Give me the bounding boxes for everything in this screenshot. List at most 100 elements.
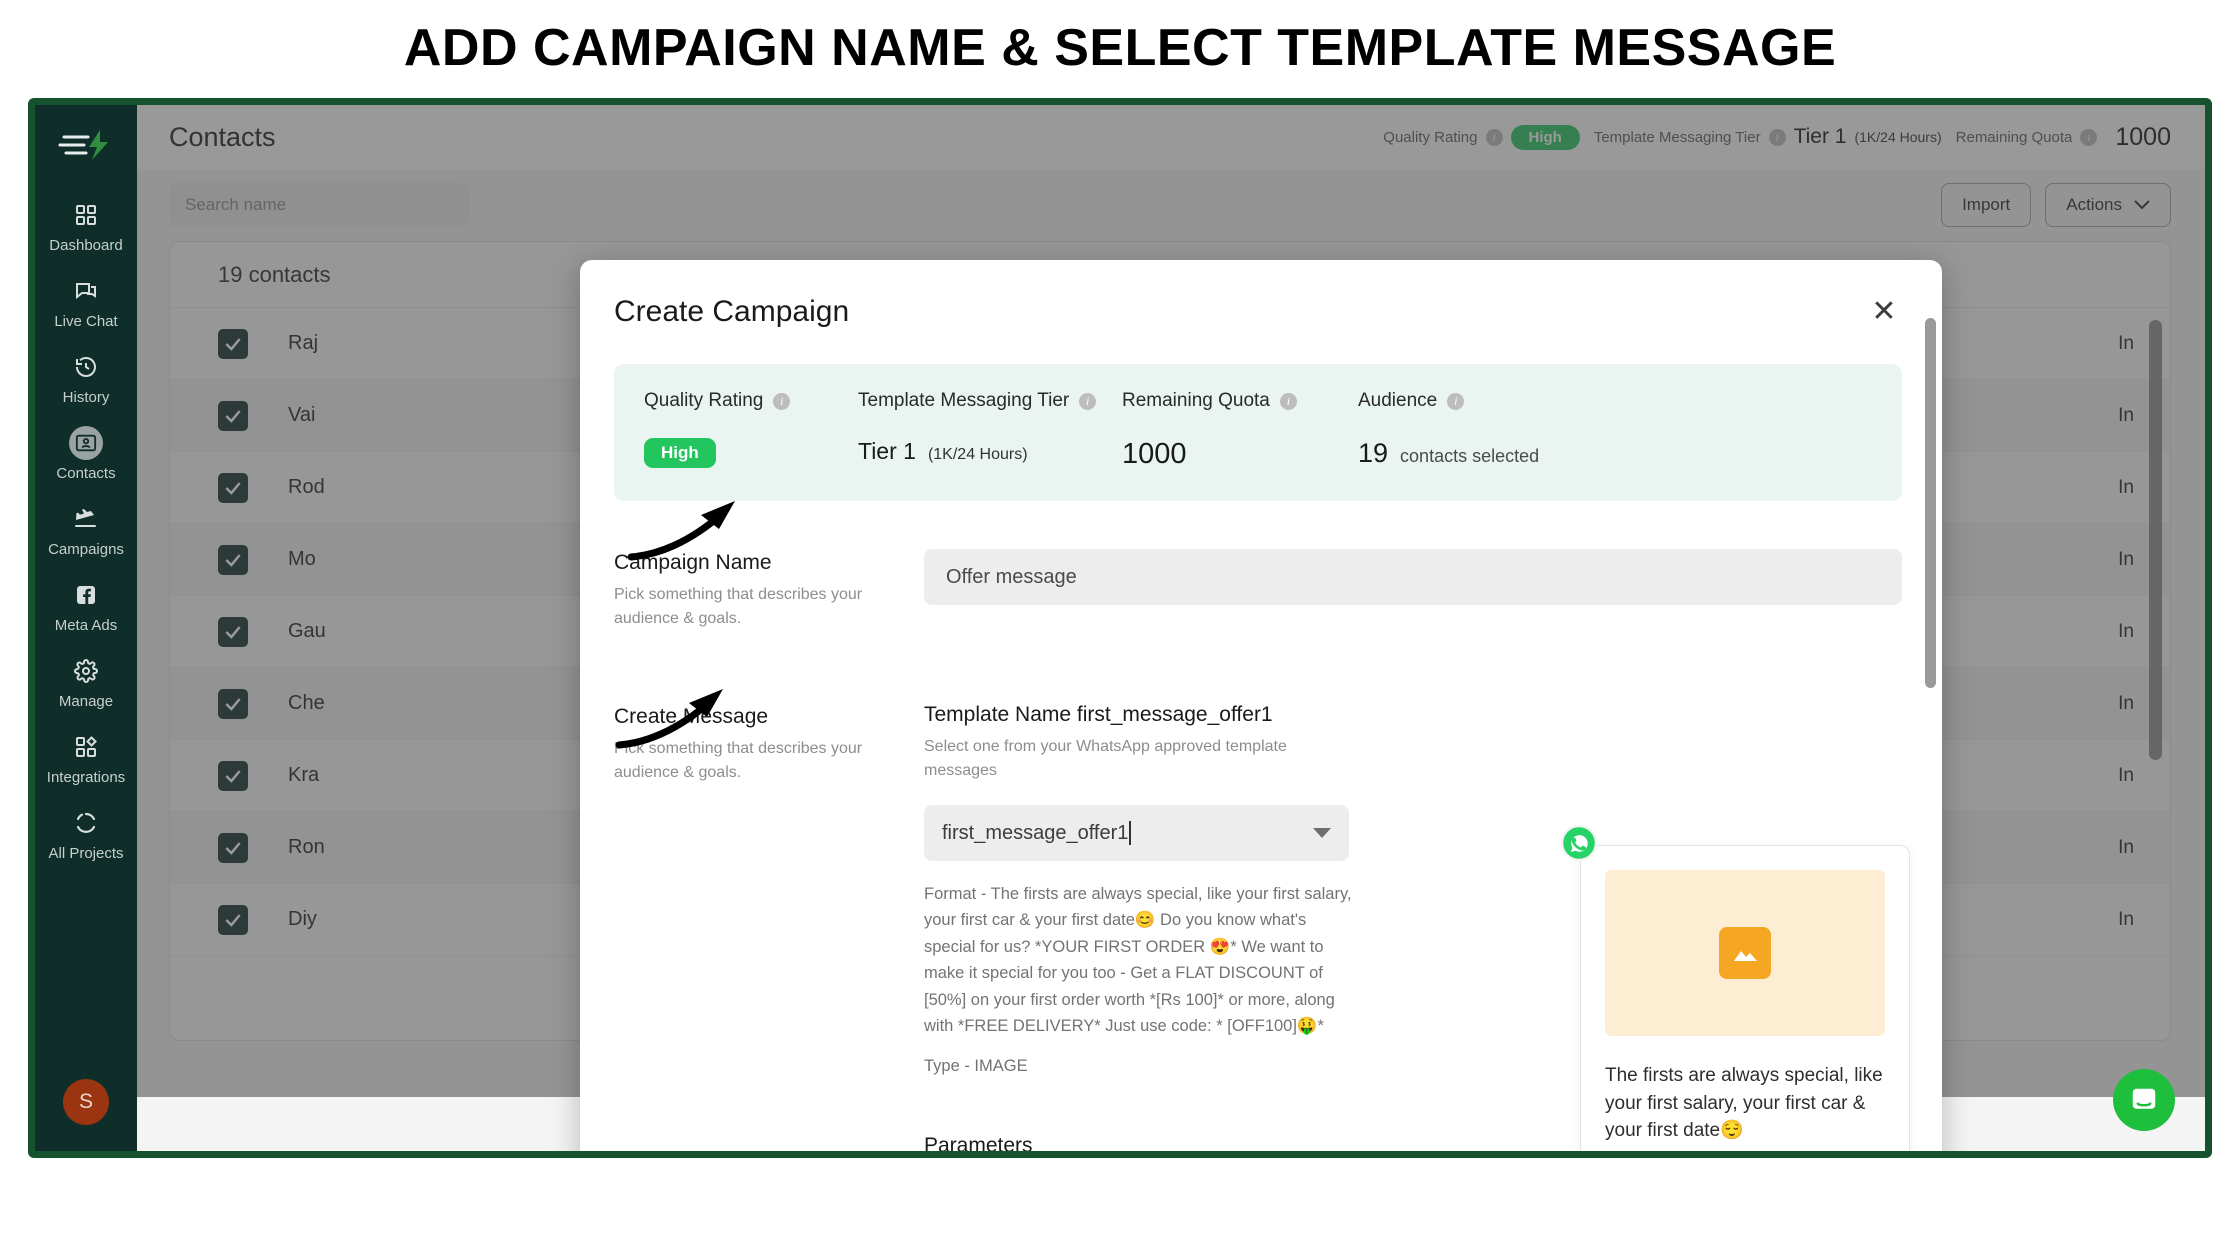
- sidebar-item-label: Contacts: [56, 465, 116, 482]
- modal-scrollbar[interactable]: [1925, 318, 1936, 688]
- row-checkbox[interactable]: [218, 328, 248, 359]
- actions-button[interactable]: Actions: [2045, 183, 2171, 227]
- top-bar: Contacts Quality Rating i High Template …: [137, 105, 2205, 169]
- page-title: Contacts: [169, 121, 276, 152]
- search-input[interactable]: Search name: [169, 183, 469, 227]
- contact-tag: In: [2118, 692, 2134, 714]
- row-checkbox[interactable]: [218, 400, 248, 431]
- info-icon[interactable]: i: [1447, 392, 1465, 410]
- contact-tag: In: [2118, 620, 2134, 642]
- tier-value: Tier 1: [858, 438, 916, 464]
- facebook-icon: [69, 578, 103, 612]
- row-checkbox[interactable]: [218, 616, 248, 647]
- campaign-name-description: Pick something that describes your audie…: [614, 586, 863, 627]
- chat-icon: [69, 274, 103, 308]
- row-checkbox[interactable]: [218, 688, 248, 719]
- plane-takeoff-icon: [69, 502, 103, 536]
- contact-tag: In: [2118, 908, 2134, 930]
- sidebar-item-history[interactable]: History: [35, 341, 137, 412]
- info-icon[interactable]: i: [2080, 128, 2098, 146]
- stat-header: Template Messaging Tier i: [858, 390, 1122, 412]
- stat-value: 1000: [1122, 438, 1358, 471]
- toolbar-actions: Import Actions: [1941, 183, 2171, 227]
- intercom-launcher-button[interactable]: [2113, 1069, 2175, 1131]
- template-name-label: Template Name first_message_offer1: [924, 703, 1273, 726]
- app-window: Dashboard Live Chat History Contacts Cam…: [28, 98, 2212, 1158]
- row-checkbox[interactable]: [218, 472, 248, 503]
- sidebar-item-live-chat[interactable]: Live Chat: [35, 265, 137, 336]
- sidebar-item-dashboard[interactable]: Dashboard: [35, 189, 137, 260]
- gear-icon: [69, 654, 103, 688]
- modal-body: Create Campaign ✕ Quality Rating i High: [580, 260, 1942, 1151]
- template-tier-label: Template Messaging Tier: [1593, 128, 1761, 146]
- create-campaign-modal: Create Campaign ✕ Quality Rating i High: [580, 260, 1942, 1151]
- sidebar-item-contacts[interactable]: Contacts: [35, 417, 137, 488]
- message-preview: The firsts are always special, like your…: [1560, 824, 1910, 1151]
- audience-sub: contacts selected: [1400, 446, 1540, 466]
- chevron-down-icon: [2134, 195, 2150, 215]
- sidebar-item-all-projects[interactable]: All Projects: [35, 797, 137, 868]
- sidebar-item-manage[interactable]: Manage: [35, 645, 137, 716]
- contact-card-icon: [69, 426, 103, 460]
- campaign-name-input[interactable]: Offer message: [924, 549, 1902, 605]
- contact-name: Gau: [288, 620, 326, 642]
- avatar[interactable]: S: [63, 1079, 109, 1125]
- main-content: Contacts Quality Rating i High Template …: [137, 105, 2205, 1151]
- contact-tag: In: [2118, 332, 2134, 354]
- row-checkbox[interactable]: [218, 904, 248, 935]
- top-bar-stats: Quality Rating i High Template Messaging…: [1383, 123, 2171, 152]
- quota-value: 1000: [1122, 438, 1187, 470]
- preview-body-text: The firsts are always special, like your…: [1605, 1065, 1883, 1142]
- info-icon[interactable]: i: [1279, 392, 1297, 410]
- contact-tag: In: [2118, 476, 2134, 498]
- import-button[interactable]: Import: [1941, 183, 2032, 227]
- contact-name: Ron: [288, 836, 325, 858]
- info-icon[interactable]: i: [1768, 128, 1786, 146]
- sidebar-item-label: History: [62, 389, 110, 406]
- tier-sub: (1K/24 Hours): [927, 446, 1028, 463]
- info-icon[interactable]: i: [1079, 392, 1097, 410]
- circle-dashed-icon: [69, 806, 103, 840]
- campaign-name-input-block: Offer message: [914, 549, 1902, 631]
- campaign-stats-card: Quality Rating i High Template Messaging…: [614, 364, 1902, 501]
- logo-icon[interactable]: [55, 123, 117, 167]
- stat-label: Template Messaging Tier: [858, 390, 1070, 411]
- info-icon[interactable]: i: [773, 392, 791, 410]
- banner-title: ADD CAMPAIGN NAME & SELECT TEMPLATE MESS…: [403, 19, 1837, 77]
- create-message-heading: Create Message: [614, 705, 769, 728]
- topbar-template-tier: Template Messaging Tier i Tier 1 (1K/24 …: [1594, 125, 1942, 149]
- remaining-quota-value: 1000: [2115, 122, 2171, 151]
- template-help-text: Select one from your WhatsApp approved t…: [924, 738, 1287, 779]
- contact-name: Che: [288, 692, 325, 714]
- close-icon[interactable]: ✕: [1866, 294, 1902, 330]
- chevron-down-icon: [1313, 828, 1331, 838]
- toolbar: Search name Import Actions: [137, 169, 2205, 241]
- row-checkbox[interactable]: [218, 544, 248, 575]
- sidebar-item-campaigns[interactable]: Campaigns: [35, 493, 137, 564]
- stat-header: Quality Rating i: [644, 390, 858, 412]
- info-icon[interactable]: i: [1485, 128, 1503, 146]
- quality-rating-label: Quality Rating: [1383, 128, 1478, 146]
- row-checkbox[interactable]: [218, 832, 248, 863]
- campaign-name-label-block: Campaign Name Pick something that descri…: [614, 549, 914, 631]
- actions-button-label: Actions: [2066, 195, 2122, 214]
- create-message-label-block: Create Message Pick something that descr…: [614, 703, 914, 1151]
- stat-value: High: [644, 438, 858, 468]
- row-checkbox[interactable]: [218, 760, 248, 791]
- contact-tag: In: [2118, 404, 2134, 426]
- template-select[interactable]: first_message_offer1: [924, 805, 1349, 861]
- modal-header: Create Campaign ✕: [614, 294, 1902, 330]
- modal-title: Create Campaign: [614, 295, 850, 328]
- history-clock-icon: [69, 350, 103, 384]
- whatsapp-icon: [1558, 823, 1600, 865]
- stat-audience: Audience i 19 contacts selected: [1358, 390, 1539, 471]
- sidebar-item-meta-ads[interactable]: Meta Ads: [35, 569, 137, 640]
- text-cursor: [1129, 821, 1132, 845]
- table-scrollbar[interactable]: [2149, 320, 2162, 760]
- remaining-quota-label: Remaining Quota: [1955, 128, 2073, 146]
- campaign-name-section: Campaign Name Pick something that descri…: [614, 549, 1902, 631]
- integrations-icon: [69, 730, 103, 764]
- sidebar: Dashboard Live Chat History Contacts Cam…: [35, 105, 137, 1151]
- sidebar-item-integrations[interactable]: Integrations: [35, 721, 137, 792]
- topbar-quality-rating: Quality Rating i High: [1383, 124, 1580, 150]
